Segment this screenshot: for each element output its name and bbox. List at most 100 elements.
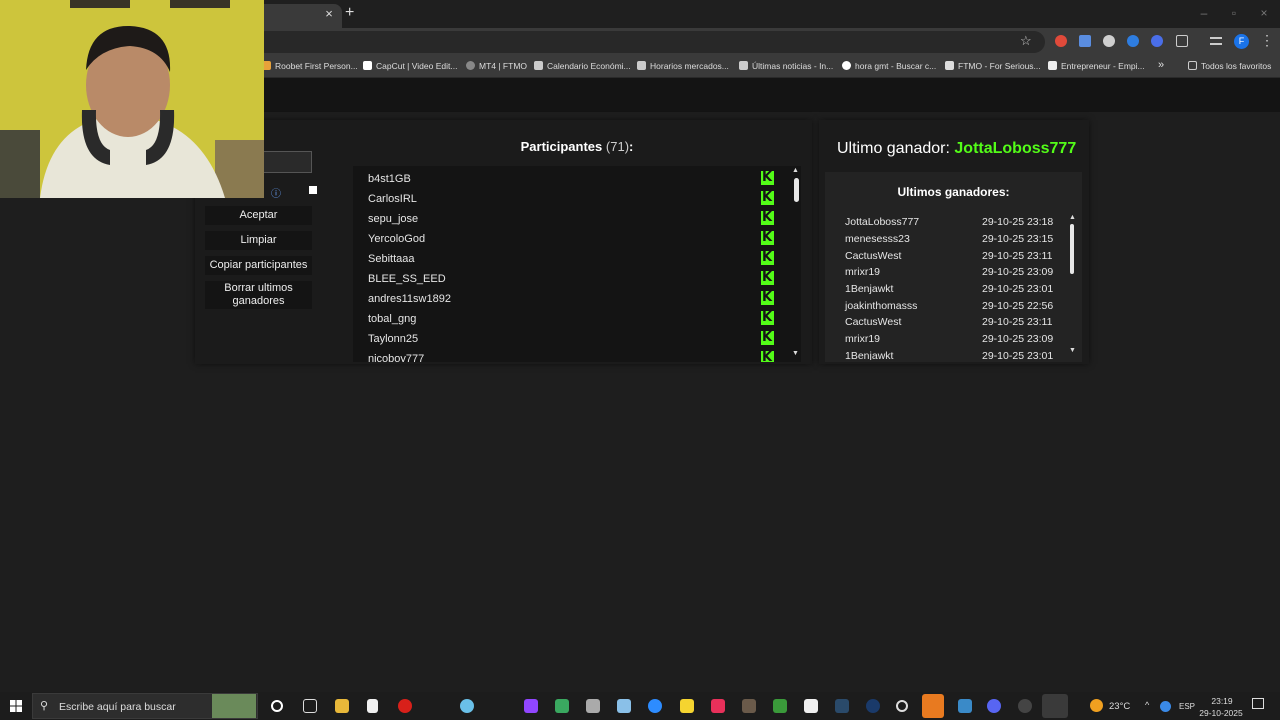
list-item[interactable]: tobal_gng (353, 308, 791, 328)
last-winner-heading: Ultimo ganador: JottaLoboss777 (837, 140, 1077, 157)
notification-icon[interactable] (1252, 698, 1264, 709)
capcut-icon[interactable] (804, 699, 818, 713)
app-icon[interactable] (555, 699, 569, 713)
delete-winners-button[interactable]: Borrar ultimos ganadores (205, 281, 312, 309)
bookmark-item[interactable]: Roobet First Person... (262, 61, 358, 71)
kick-icon (761, 210, 774, 225)
opera-icon[interactable] (398, 699, 412, 713)
winner-name: 1Benjawkt (845, 283, 894, 295)
clock-date[interactable]: 29-10-2025 (1197, 708, 1245, 718)
bookmark-item[interactable]: FTMO - For Serious... (945, 61, 1041, 71)
steam-icon[interactable] (866, 699, 880, 713)
participants-list[interactable]: b4st1GB CarlosIRL sepu_jose YercoloGod S… (353, 166, 791, 362)
accept-button[interactable]: Aceptar (205, 206, 312, 225)
list-item[interactable]: andres11sw1892 (353, 288, 791, 308)
webcam-image (0, 0, 264, 198)
kick-icon (761, 230, 774, 245)
all-favorites-folder[interactable]: Todos los favoritos (1188, 61, 1271, 71)
bookmark-item[interactable]: Calendario Económi... (534, 61, 631, 71)
list-item[interactable]: sepu_jose (353, 208, 791, 228)
list-item[interactable]: nicoboy777 (353, 348, 791, 362)
copy-participants-button[interactable]: Copiar participantes (205, 256, 312, 275)
minecraft-icon[interactable] (773, 699, 787, 713)
list-item[interactable]: b4st1GB (353, 168, 791, 188)
tiktok-icon[interactable] (711, 699, 725, 713)
bookmark-item[interactable]: CapCut | Video Edit... (363, 61, 457, 71)
bookmark-item[interactable]: Entrepreneur - Empi... (1048, 61, 1145, 71)
translate-icon[interactable] (1079, 35, 1091, 47)
last-winner-name: JottaLoboss777 (954, 140, 1077, 157)
participants-count: (71) (605, 139, 630, 154)
close-window-icon[interactable]: × (1256, 6, 1272, 20)
bookmark-star-icon[interactable]: ☆ (1020, 33, 1032, 49)
keyword-input[interactable] (262, 151, 312, 173)
list-item[interactable]: BLEE_SS_EED (353, 268, 791, 288)
new-tab-button[interactable]: + (345, 4, 354, 22)
bookmark-item[interactable]: MT4 | FTMO (466, 61, 527, 71)
sticky-notes-icon[interactable] (680, 699, 694, 713)
tray-icon[interactable] (1160, 701, 1171, 712)
windows-start-icon[interactable] (10, 700, 22, 712)
participant-name: Taylonn25 (368, 333, 419, 345)
reading-list-icon[interactable] (1210, 37, 1222, 45)
url-input[interactable] (255, 31, 1045, 53)
list-item[interactable]: Sebittaaa (353, 248, 791, 268)
clear-button[interactable]: Limpiar (205, 231, 312, 250)
profile-avatar[interactable]: F (1234, 34, 1249, 49)
list-item[interactable]: YercoloGod (353, 228, 791, 248)
scroll-up-icon[interactable]: ▲ (1069, 214, 1076, 221)
discord-icon[interactable] (987, 699, 1001, 713)
extension-icon[interactable] (1055, 35, 1067, 47)
winners-list[interactable]: JottaLoboss777 29-10-25 23:18 menesesss23… (825, 214, 1065, 360)
list-item[interactable]: Taylonn25 (353, 328, 791, 348)
ftmo-icon (945, 61, 954, 70)
task-view-icon[interactable] (303, 699, 317, 713)
twitch-icon[interactable] (524, 699, 538, 713)
extension-icon[interactable] (1127, 35, 1139, 47)
kick-icon (761, 290, 774, 305)
tab-close-icon[interactable]: × (322, 6, 336, 21)
extension-icon[interactable] (1103, 35, 1115, 47)
app-icon[interactable] (1018, 699, 1032, 713)
app-icon-active[interactable] (922, 694, 944, 718)
language-indicator[interactable]: ESP (1179, 702, 1195, 711)
file-explorer-icon[interactable] (335, 699, 349, 713)
scroll-down-icon[interactable]: ▼ (1069, 347, 1076, 354)
google-icon (842, 61, 851, 70)
extension-icon[interactable] (1151, 35, 1163, 47)
winner-time: 29-10-25 23:01 (982, 283, 1054, 295)
weather-temp[interactable]: 23°C (1109, 701, 1130, 712)
copilot-icon[interactable] (460, 699, 474, 713)
option-checkbox[interactable] (309, 186, 317, 194)
scroll-thumb[interactable] (1070, 224, 1074, 274)
folder-icon (1188, 61, 1197, 70)
app-icon[interactable] (958, 699, 972, 713)
puzzle-icon[interactable] (1176, 35, 1188, 47)
more-bookmarks-icon[interactable]: » (1158, 59, 1164, 71)
bookmark-item[interactable]: hora gmt - Buscar c... (842, 61, 936, 71)
scroll-up-icon[interactable]: ▲ (792, 167, 799, 174)
winner-row: joakinthomasss 29-10-25 22:56 (825, 298, 1065, 315)
minimize-icon[interactable]: – (1196, 6, 1212, 20)
info-icon[interactable]: ⓘ (271, 185, 281, 200)
scroll-thumb[interactable] (794, 178, 799, 202)
maximize-icon[interactable]: ▫ (1226, 6, 1242, 20)
app-icon[interactable] (617, 699, 631, 713)
bookmark-item[interactable]: Horarios mercados... (637, 61, 729, 71)
list-item[interactable]: CarlosIRL (353, 188, 791, 208)
calculator-icon[interactable] (586, 699, 600, 713)
search-highlight-icon[interactable] (212, 694, 256, 718)
clock-time[interactable]: 23:19 (1203, 696, 1241, 706)
tray-chevron-icon[interactable]: ^ (1145, 700, 1149, 710)
chrome-icon[interactable] (1042, 694, 1068, 718)
zoom-icon[interactable] (648, 699, 662, 713)
settings-icon[interactable] (896, 700, 908, 712)
scroll-down-icon[interactable]: ▼ (792, 350, 799, 357)
bookmark-item[interactable]: Últimas noticias - In... (739, 61, 833, 71)
winner-row: JottaLoboss777 29-10-25 23:18 (825, 214, 1065, 231)
more-menu-icon[interactable]: ⋮ (1260, 32, 1274, 49)
notepad-icon[interactable] (367, 699, 378, 713)
app-icon[interactable] (835, 699, 849, 713)
cortana-icon[interactable] (271, 700, 283, 712)
app-icon[interactable] (742, 699, 756, 713)
